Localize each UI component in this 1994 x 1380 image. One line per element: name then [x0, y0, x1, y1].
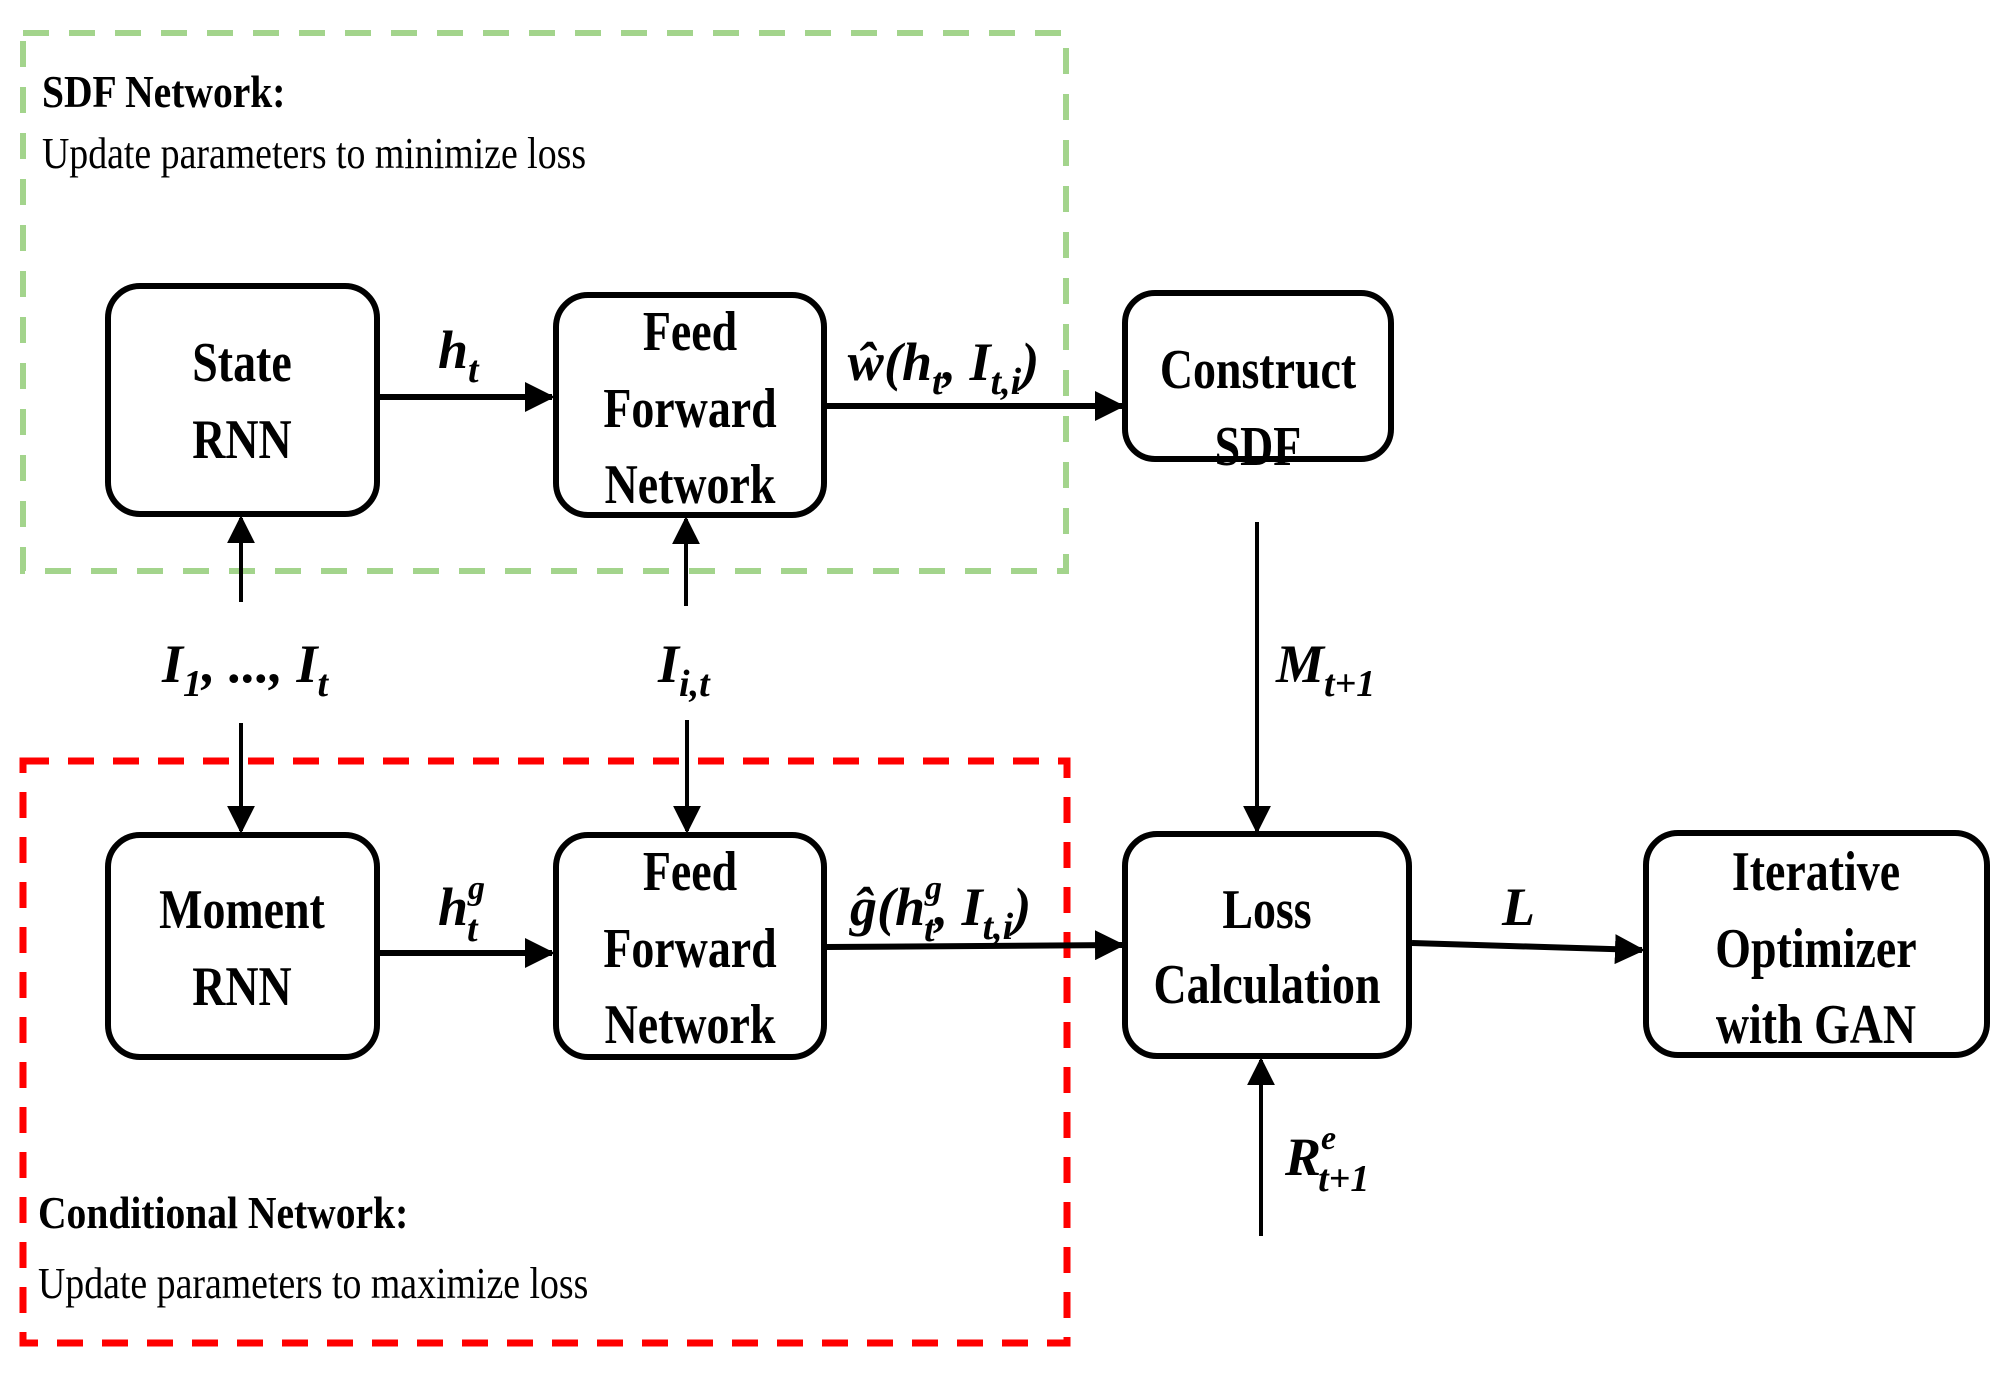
- node-loss-calculation: Loss Calculation: [1122, 831, 1412, 1059]
- node-iterative-optimizer: Iterative Optimizer with GAN: [1643, 830, 1990, 1058]
- label-h-t: ht: [438, 320, 480, 391]
- node-ffn-top-line-1: Feed: [643, 301, 737, 363]
- label-inputs-all: I1, ..., It: [161, 634, 330, 705]
- label-input-i: Ii,t: [657, 634, 711, 705]
- conditional-region-subtitle: Update parameters to maximize loss: [38, 1258, 588, 1307]
- label-w-hat: ŵ(ht, It,i): [847, 332, 1039, 403]
- node-optimizer-line-1: Iterative: [1732, 841, 1900, 903]
- node-ffn-top-line-3: Network: [605, 454, 776, 516]
- label-m-next: Mt+1: [1275, 634, 1375, 705]
- node-ffn-bottom-line-3: Network: [605, 994, 776, 1056]
- node-moment-rnn: Moment RNN: [105, 832, 380, 1060]
- label-h-t-g: hg t: [438, 870, 485, 950]
- node-loss-line-1: Loss: [1222, 879, 1311, 941]
- label-loss-L: L: [1501, 877, 1535, 937]
- arrow-g-hat: [826, 930, 1125, 961]
- node-state-rnn-line-2: RNN: [192, 409, 291, 471]
- node-construct-sdf-line-2: SDF: [1215, 416, 1302, 478]
- conditional-region-title: Conditional Network:: [38, 1188, 408, 1238]
- architecture-diagram: SDF Network: Update parameters to minimi…: [19, 30, 1990, 1347]
- node-ffn-top-line-2: Forward: [603, 378, 776, 440]
- node-state-rnn: State RNN: [105, 283, 380, 517]
- node-state-rnn-line-1: State: [192, 332, 291, 394]
- label-r-excess: Re t+1: [1284, 1120, 1369, 1200]
- node-construct-sdf-line-1: Construct: [1160, 339, 1356, 401]
- node-moment-rnn-line-1: Moment: [159, 879, 325, 941]
- diagram-canvas: SDF Network: Update parameters to minimi…: [0, 0, 1994, 1380]
- node-moment-rnn-line-2: RNN: [192, 956, 291, 1018]
- node-ffn-bottom-line-1: Feed: [643, 841, 737, 903]
- arrow-loss-L: [1411, 934, 1645, 965]
- sdf-region-subtitle: Update parameters to minimize loss: [42, 128, 586, 177]
- node-ffn-bottom: Feed Forward Network: [553, 832, 827, 1060]
- node-optimizer-line-3: with GAN: [1716, 994, 1916, 1056]
- node-optimizer-line-2: Optimizer: [1715, 918, 1916, 980]
- node-ffn-top: Feed Forward Network: [553, 292, 827, 518]
- sdf-region-title: SDF Network:: [42, 67, 285, 117]
- node-loss-line-2: Calculation: [1154, 954, 1381, 1016]
- label-g-hat: ĝ(hg t, It,i): [849, 870, 1031, 950]
- node-ffn-bottom-line-2: Forward: [603, 918, 776, 980]
- node-construct-sdf: Construct SDF: [1122, 290, 1394, 478]
